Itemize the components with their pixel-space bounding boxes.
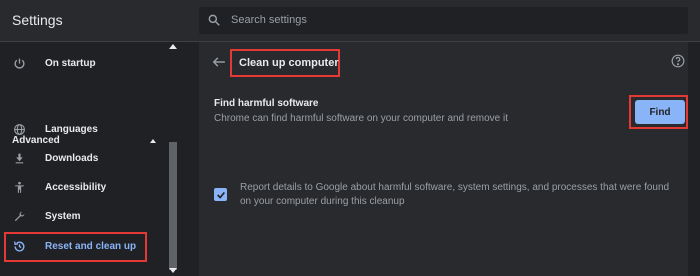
- sidebar-scrollbar[interactable]: [167, 42, 179, 276]
- report-checkbox[interactable]: [214, 188, 227, 201]
- globe-icon: [12, 122, 26, 136]
- search-placeholder: Search settings: [231, 14, 307, 26]
- back-arrow-icon[interactable]: [212, 56, 226, 68]
- scroll-down-arrow-icon[interactable]: [169, 268, 177, 273]
- accessibility-icon: [12, 180, 26, 194]
- app-title: Settings: [12, 12, 63, 28]
- scroll-thumb[interactable]: [169, 142, 177, 270]
- sidebar-item-label: Accessibility: [45, 181, 107, 193]
- find-harmful-title: Find harmful software: [214, 98, 319, 109]
- sidebar-item-label: On startup: [45, 57, 96, 69]
- scroll-up-arrow-icon[interactable]: [169, 44, 177, 49]
- sidebar-item-downloads[interactable]: Downloads: [0, 144, 166, 172]
- find-button[interactable]: Find: [635, 100, 685, 124]
- report-checkbox-label: Report details to Google about harmful s…: [240, 182, 670, 207]
- checkmark-icon: [216, 191, 225, 199]
- sidebar-item-label: Languages: [45, 123, 98, 135]
- page-title: Clean up computer: [239, 57, 339, 69]
- download-icon: [12, 151, 26, 165]
- reset-highlight-box: [4, 232, 147, 262]
- sidebar-item-accessibility[interactable]: Accessibility: [0, 173, 166, 201]
- main-panel: Clean up computer Find harmful software …: [199, 42, 688, 276]
- top-bar: Settings Search settings: [0, 0, 700, 42]
- search-input[interactable]: Search settings: [199, 7, 688, 34]
- sidebar-item-languages[interactable]: Languages: [0, 115, 166, 143]
- find-harmful-description: Chrome can find harmful software on your…: [214, 113, 509, 124]
- power-icon: [12, 56, 26, 70]
- wrench-icon: [12, 209, 26, 223]
- sidebar-item-system[interactable]: System: [0, 202, 166, 230]
- help-icon[interactable]: [671, 54, 685, 68]
- sidebar-item-label: System: [45, 210, 81, 222]
- sidebar-item-on-startup[interactable]: On startup: [0, 49, 166, 77]
- search-icon: [208, 14, 220, 26]
- sidebar-item-label: Downloads: [45, 152, 99, 164]
